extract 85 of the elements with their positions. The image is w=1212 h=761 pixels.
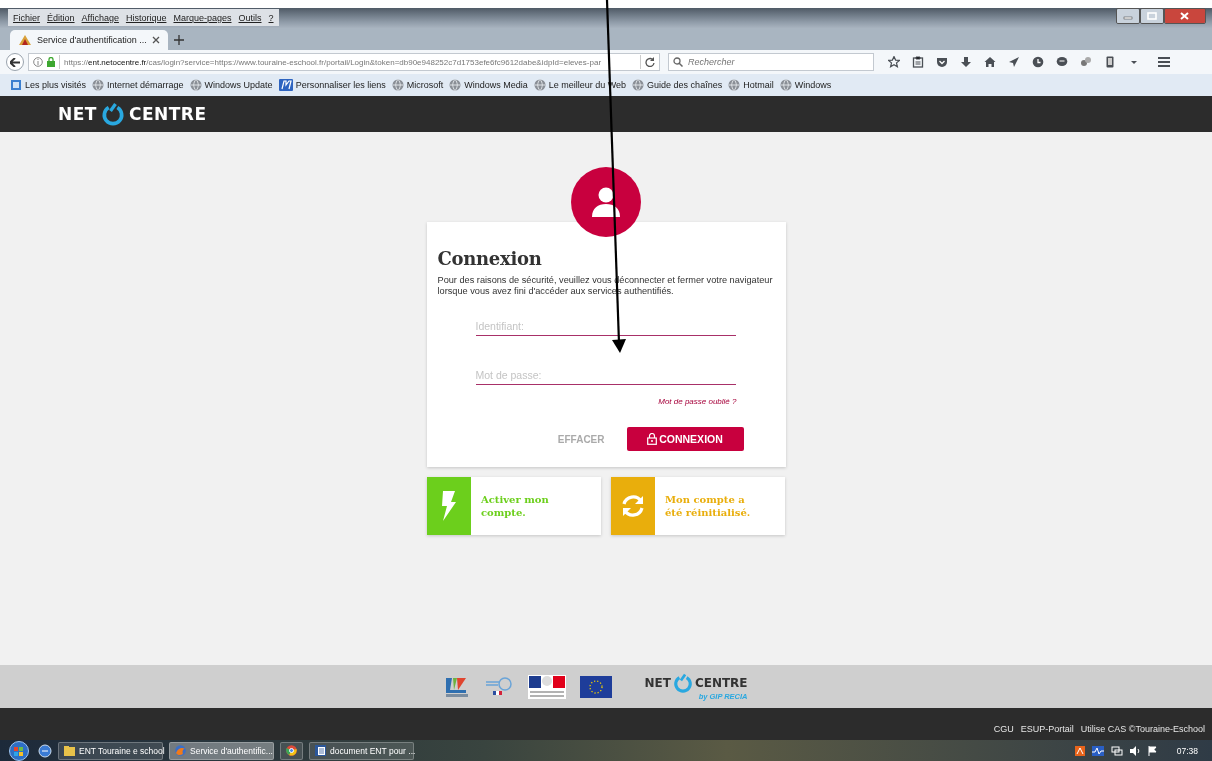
flag-icon[interactable] [1147, 745, 1158, 756]
clipboard-icon[interactable] [912, 56, 924, 68]
power-ring-icon [671, 672, 694, 693]
device-icon[interactable] [1104, 56, 1116, 68]
globe-icon[interactable] [391, 79, 404, 91]
forgot-password-link[interactable]: Mot de passe oublié ? [658, 397, 737, 406]
pulse-icon[interactable] [1091, 745, 1104, 756]
fox-globe-icon [175, 745, 186, 756]
logo-text: CENTRE [694, 675, 748, 690]
input-field[interactable]: Mot de passe: [475, 369, 736, 385]
footer-link[interactable]: ESUP-Portail [1020, 724, 1074, 734]
user-icon [592, 187, 620, 217]
globe-icon[interactable] [92, 79, 105, 91]
taskbar-button[interactable]: document ENT pour ... [309, 741, 414, 760]
browser-tab[interactable]: Service d'authentification ... [10, 30, 168, 50]
taskbar-button[interactable] [280, 741, 303, 760]
bookmark-link[interactable]: Windows Media [464, 80, 528, 90]
tile-label: Mon compte a été réinitialisé. [665, 493, 752, 519]
taskbar-button[interactable]: ENT Touraine e school [58, 741, 163, 760]
logo-text: CENTRE [128, 104, 207, 124]
menu-item[interactable]: Édition [47, 12, 75, 23]
footer-link[interactable]: CGU [993, 724, 1014, 734]
globe-icon[interactable] [449, 79, 462, 91]
bookmark-link[interactable]: Personnaliser les liens [295, 80, 386, 90]
menu-item[interactable]: Historique [125, 12, 167, 23]
close-icon[interactable] [152, 36, 160, 44]
minimize-icon[interactable] [1116, 8, 1140, 24]
input-field[interactable]: Identifiant: [475, 320, 736, 336]
globe-icon[interactable] [189, 79, 202, 91]
clock-icon[interactable] [1032, 56, 1044, 68]
menu-item[interactable]: Fichier [13, 12, 40, 23]
network-icon[interactable] [1110, 745, 1123, 756]
republic-logo [528, 674, 567, 699]
search-field[interactable]: Rechercher [668, 53, 874, 71]
info-icon[interactable] [33, 57, 43, 67]
bookmark-badge-icon[interactable] [278, 79, 293, 91]
tray-app-icon[interactable] [1074, 745, 1085, 756]
star-icon[interactable] [888, 56, 900, 68]
globe-icon[interactable] [779, 79, 792, 91]
back-arrow-icon[interactable] [10, 57, 20, 67]
clock-text: 07:38 [1176, 745, 1198, 756]
home-icon[interactable] [984, 56, 996, 68]
bookmark-link[interactable]: Hotmail [743, 80, 774, 90]
menu-item[interactable]: Affichage [81, 12, 119, 23]
login-title: Connexion [437, 248, 543, 269]
bookmark-link[interactable]: Guide des chaînes [647, 80, 723, 90]
menu-item[interactable]: Outils [238, 12, 262, 23]
bookmark-link[interactable]: Windows Update [204, 80, 273, 90]
bookmark-link[interactable]: Les plus visités [25, 80, 87, 90]
region-logo [444, 675, 471, 698]
start-button-icon[interactable] [6, 740, 32, 761]
back-button[interactable] [6, 53, 24, 71]
speaker-icon[interactable] [1129, 745, 1141, 756]
download-icon[interactable] [960, 56, 972, 68]
taskbar-button[interactable]: Service d'authentific... [169, 741, 274, 760]
reload-icon[interactable] [645, 57, 655, 67]
bookmark-link[interactable]: Internet démarrage [107, 80, 184, 90]
menu-item[interactable]: Marque-pages [173, 12, 232, 23]
close-icon[interactable] [1164, 8, 1206, 24]
lock-icon[interactable] [47, 57, 55, 67]
logo-text: NET [644, 675, 671, 690]
pocket-icon[interactable] [936, 56, 948, 68]
document-icon [315, 745, 326, 756]
footer-link[interactable]: Utilise CAS ©Touraine-Eschool [1080, 724, 1205, 734]
logo-text: NET [58, 104, 97, 124]
restore-icon[interactable] [1140, 8, 1164, 24]
menu-icon[interactable] [1158, 56, 1170, 68]
round-app-icon [286, 745, 297, 756]
lock-icon [647, 433, 658, 445]
academy-logo [484, 675, 515, 698]
address-bar[interactable]: https://ent.netocentre.fr/cas/login?service=https://www.touraine-eschool.fr/portail/Login&token=db90e948252c7d1753efe6fc9612dabe&idpId=eleves-par [28, 53, 660, 71]
bookmark-link[interactable]: Windows [794, 80, 832, 90]
globe-icon[interactable] [728, 79, 741, 91]
globe-icon[interactable] [533, 79, 546, 91]
tile-label: Activer mon compte. [481, 493, 550, 519]
bookmark-link[interactable]: Microsoft [406, 80, 444, 90]
power-ring-icon [99, 102, 126, 126]
address-text: https://ent.netocentre.fr/cas/login?service=https://www.touraine-eschool.fr/portail/Login&token=db90e948252c7d1753efe6fc9612dabe&idpId=eleves-par [64, 57, 603, 67]
menu-item[interactable]: ? [268, 12, 274, 23]
new-tab-icon[interactable] [174, 35, 184, 45]
globe-icon[interactable] [632, 79, 645, 91]
eu-flag-icon [580, 675, 613, 698]
login-button[interactable]: CONNEXION [626, 427, 744, 451]
paper-plane-icon[interactable] [1008, 56, 1020, 68]
circles-icon[interactable] [1080, 56, 1092, 68]
